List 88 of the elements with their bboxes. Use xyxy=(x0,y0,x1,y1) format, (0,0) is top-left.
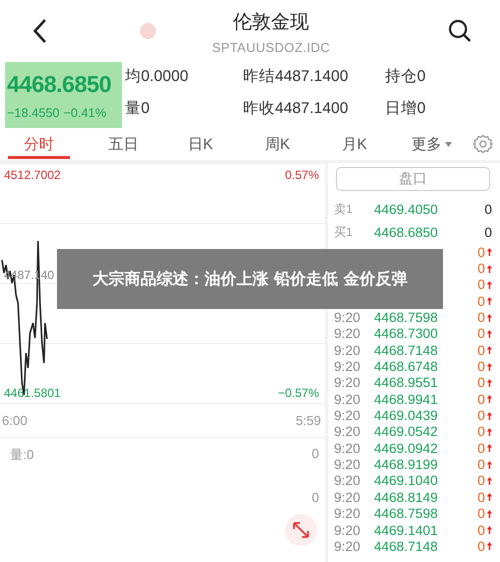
trade-time: 9:20 xyxy=(334,375,362,390)
trade-volume: 0 xyxy=(477,359,485,374)
trade-price: 4468.7148 xyxy=(374,538,439,554)
trade-price: 4468.9941 xyxy=(374,392,439,407)
expand-button[interactable] xyxy=(285,514,317,546)
trade-time: 9:20 xyxy=(334,342,362,358)
trade-price: 4468.8149 xyxy=(374,490,439,505)
trade-time: 9:20 xyxy=(334,408,362,424)
trade-volume: 0 xyxy=(477,392,485,407)
trade-volume: 0 xyxy=(477,440,485,456)
trade-time: 9:20 xyxy=(334,310,362,326)
volume-label: 量:0 xyxy=(10,446,34,464)
tab[interactable]: 周K xyxy=(239,129,316,159)
stat-text: 量0 xyxy=(125,98,151,118)
quote-price: 4469.4050 xyxy=(374,202,439,217)
stat-text: 昨结4487.1400 xyxy=(243,66,350,86)
quote-volume: 0 xyxy=(484,225,492,240)
axis-label: 0 xyxy=(312,490,319,505)
settings-icon[interactable] xyxy=(473,134,493,154)
trade-price: 4469.0439 xyxy=(374,408,439,424)
trade-volume: 0 xyxy=(477,522,485,538)
trade-volume: 0 xyxy=(477,261,485,276)
tab[interactable]: 五日 xyxy=(85,129,162,159)
trade-time: 9:20 xyxy=(334,326,362,342)
trade-price: 4468.6748 xyxy=(374,359,439,374)
trade-volume: 0 xyxy=(477,538,485,554)
price-change: −18.4550 xyxy=(7,106,60,120)
caret-icon xyxy=(444,142,452,146)
trade-volume: 0 xyxy=(477,506,485,522)
trade-time: 9:20 xyxy=(334,359,362,374)
axis-label: 0.57% xyxy=(284,168,319,182)
trade-price: 4469.0542 xyxy=(374,424,439,440)
trade-volume: 0 xyxy=(477,244,485,260)
trade-time: 9:20 xyxy=(334,506,362,522)
tab[interactable]: 日K xyxy=(162,129,239,159)
quote-price: 4468.6850 xyxy=(374,225,439,240)
trade-volume: 0 xyxy=(477,326,485,342)
trade-price: 4468.7148 xyxy=(374,342,439,358)
trade-volume: 0 xyxy=(477,277,485,292)
trade-volume: 0 xyxy=(477,408,485,424)
trade-time: 9:20 xyxy=(334,522,362,538)
trade-time: 9:20 xyxy=(334,440,362,456)
trade-volume: 0 xyxy=(477,424,485,440)
stat-text: 持仓0 xyxy=(385,66,427,86)
time-label: 5:59 xyxy=(296,413,321,428)
stat-text: 昨收4487.1400 xyxy=(243,98,350,118)
trade-time: 9:20 xyxy=(334,392,362,407)
trade-price: 4468.7598 xyxy=(374,310,439,326)
trade-volume: 0 xyxy=(477,457,485,472)
current-price: 4468.6850 xyxy=(7,70,112,98)
axis-label: −0.57% xyxy=(278,386,319,400)
axis-label: 4461.5801 xyxy=(4,386,61,400)
headline-text: 大宗商品综述：油价上涨 铅价走低 金价反弹 xyxy=(91,268,409,290)
trade-volume: 0 xyxy=(477,294,485,309)
trade-price: 4469.1401 xyxy=(374,522,439,538)
trade-time: 9:20 xyxy=(334,424,362,440)
trade-volume: 0 xyxy=(477,375,485,390)
trade-time: 9:20 xyxy=(334,457,362,472)
tab[interactable]: 月K xyxy=(316,129,393,159)
trade-volume: 0 xyxy=(477,473,485,488)
tab[interactable]: 更多 xyxy=(393,129,470,159)
symbol-code: SPTAUUSDOZ.IDC xyxy=(212,40,330,55)
trade-volume: 0 xyxy=(477,310,485,326)
page-title: 伦敦金现 xyxy=(233,11,309,35)
quote-label: 卖1 xyxy=(334,201,354,218)
trade-price: 4468.7300 xyxy=(374,326,439,342)
axis-label: 4512.7002 xyxy=(4,168,61,182)
trade-price: 4468.9551 xyxy=(374,375,439,390)
trade-volume: 0 xyxy=(477,490,485,505)
percent-change: −0.41% xyxy=(63,106,106,120)
quote-volume: 0 xyxy=(484,202,492,217)
time-label: 6:00 xyxy=(2,413,28,428)
trade-time: 9:20 xyxy=(334,473,362,488)
search-icon[interactable] xyxy=(448,19,472,43)
quote-label: 买1 xyxy=(334,224,354,241)
circle-icon xyxy=(140,23,156,39)
trade-price: 4469.0942 xyxy=(374,440,439,456)
trade-volume: 0 xyxy=(477,342,485,358)
trade-time: 9:20 xyxy=(334,538,362,554)
trade-price: 4469.1040 xyxy=(374,473,439,488)
axis-label: 0 xyxy=(312,446,319,463)
trade-time: 9:20 xyxy=(334,490,362,505)
trade-price: 4468.9199 xyxy=(374,457,439,472)
expand-icon xyxy=(292,521,310,539)
back-icon[interactable] xyxy=(32,18,48,44)
stat-text: 均0.0000 xyxy=(125,66,190,86)
stat-text: 日增0 xyxy=(385,98,427,118)
trade-price: 4468.7598 xyxy=(374,506,439,522)
